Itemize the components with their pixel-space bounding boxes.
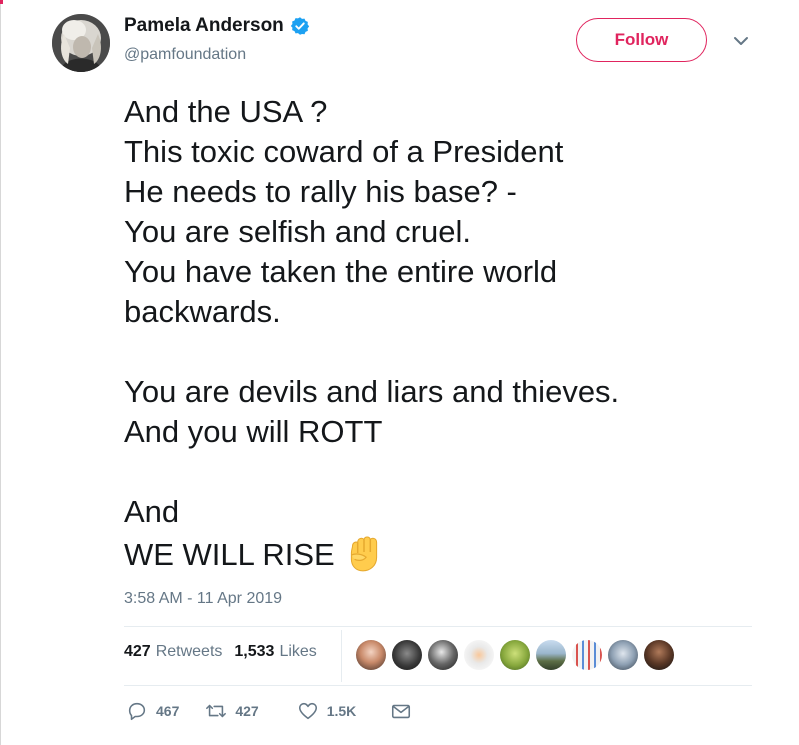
liker-avatar[interactable]	[644, 640, 674, 670]
author-avatar[interactable]	[52, 14, 110, 72]
reply-count: 467	[156, 703, 180, 719]
likes-count: 1,533	[234, 643, 275, 660]
tweet-line: You are devils and liars and thieves.	[124, 374, 620, 409]
likes-label: Likes	[279, 643, 317, 660]
retweets-stat[interactable]: 427 Retweets	[124, 643, 222, 661]
tweet-line: backwards.	[124, 294, 281, 329]
tweet-line: And	[124, 494, 180, 529]
avatar-image	[52, 14, 110, 72]
tweet-line: You have taken the entire world	[124, 254, 558, 289]
stats-separator	[341, 630, 342, 682]
direct-message-button[interactable]	[390, 700, 412, 722]
tweet-text: And the USA ? This toxic coward of a Pre…	[124, 92, 764, 572]
author-handle[interactable]: @pamfoundation	[124, 46, 246, 64]
likes-stat[interactable]: 1,533 Likes	[234, 643, 316, 661]
raised-fist-icon	[350, 536, 377, 572]
author-name[interactable]: Pamela Anderson	[124, 15, 284, 37]
liker-avatar[interactable]	[392, 640, 422, 670]
retweets-count: 427	[124, 643, 151, 660]
left-accent-mark	[0, 0, 3, 4]
reply-icon	[128, 702, 146, 721]
likers-avatars	[356, 640, 674, 670]
tweet-line: He needs to rally his base? -	[124, 174, 517, 209]
like-button[interactable]: 1.5K	[297, 700, 357, 722]
verified-badge-icon	[290, 17, 309, 35]
like-count: 1.5K	[326, 703, 357, 719]
tweet-line: You are selfish and cruel.	[124, 214, 471, 249]
tweet-actions: 467 427 1.5K	[126, 700, 412, 722]
tweet-line: This toxic coward of a President	[124, 134, 564, 169]
liker-avatar[interactable]	[464, 640, 494, 670]
tweet-line: WE WILL RISE	[124, 537, 335, 572]
retweet-button[interactable]: 427	[205, 700, 259, 722]
tweet-timestamp[interactable]: 3:58 AM - 11 Apr 2019	[124, 590, 282, 608]
heart-icon	[298, 702, 317, 720]
stats-top-divider	[124, 626, 752, 627]
engagement-stats: 427 Retweets 1,533 Likes	[124, 643, 317, 661]
liker-avatar[interactable]	[500, 640, 530, 670]
left-border	[0, 0, 1, 745]
tweet-line: And you will ROTT	[124, 414, 383, 449]
liker-avatar[interactable]	[428, 640, 458, 670]
tweet-line: And the USA ?	[124, 94, 328, 129]
retweet-count: 427	[235, 703, 259, 719]
liker-avatar[interactable]	[536, 640, 566, 670]
liker-avatar[interactable]	[356, 640, 386, 670]
actions-top-divider	[124, 685, 752, 686]
liker-avatar[interactable]	[572, 640, 602, 670]
liker-avatar[interactable]	[608, 640, 638, 670]
reply-button[interactable]: 467	[126, 700, 179, 722]
retweet-icon	[206, 704, 227, 718]
envelope-icon	[392, 704, 411, 719]
follow-button[interactable]: Follow	[576, 18, 707, 62]
chevron-down-icon[interactable]	[732, 34, 750, 48]
tweet-last-line: WE WILL RISE	[124, 532, 764, 572]
retweets-label: Retweets	[155, 643, 223, 660]
